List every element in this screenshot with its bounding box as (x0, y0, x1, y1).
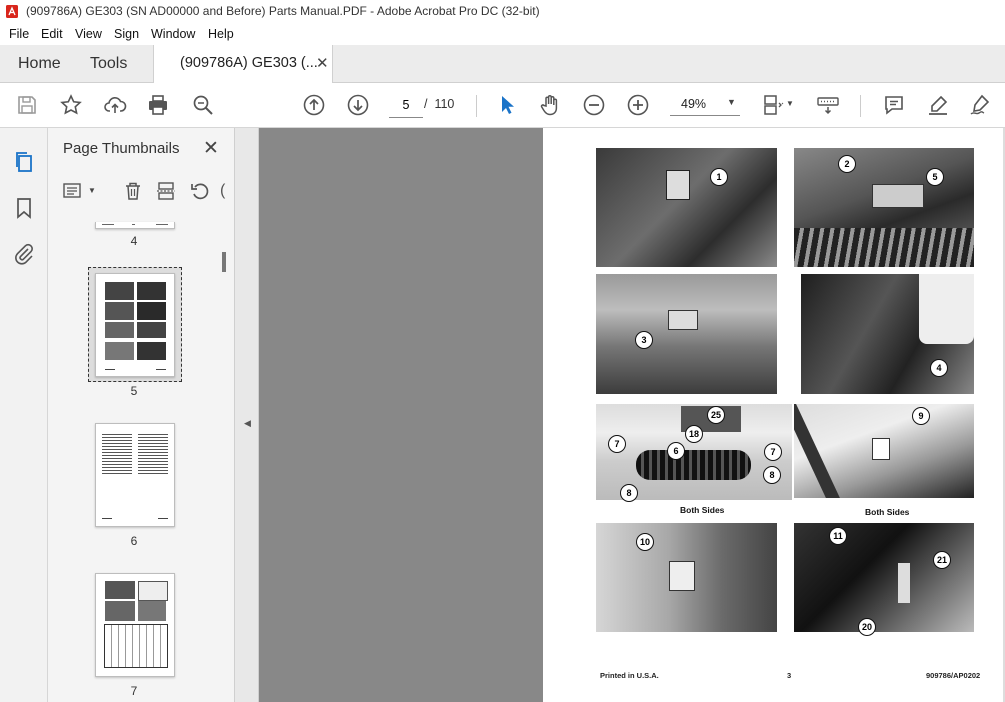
page-total: / 110 (424, 97, 454, 111)
callout-marker: 25 (707, 406, 725, 424)
figure-caption: Both Sides (865, 507, 910, 517)
thumbnail-label: 4 (130, 234, 138, 248)
photo-decal-20-21 (794, 523, 974, 632)
extract-pages-icon[interactable] (155, 180, 177, 202)
window-title: (909786A) GE303 (SN AD00000 and Before) … (26, 4, 540, 18)
collapse-arrow-icon[interactable]: ◀ (244, 418, 251, 429)
bookmarks-icon[interactable] (12, 196, 36, 220)
menu-view[interactable]: View (75, 27, 102, 41)
highlight-pen-icon[interactable] (926, 93, 950, 117)
zoom-in-icon[interactable] (626, 93, 650, 117)
save-icon[interactable] (15, 93, 39, 117)
chevron-down-icon: ▼ (727, 97, 736, 107)
chevron-down-icon[interactable]: ▼ (786, 99, 794, 108)
page-total-count: 110 (434, 97, 455, 111)
page-separator: / (424, 97, 428, 111)
callout-marker: 7 (608, 435, 626, 453)
callout-marker: 1 (710, 168, 728, 186)
menu-help[interactable]: Help (208, 27, 234, 41)
zoom-out-icon[interactable] (582, 93, 606, 117)
callout-marker: 20 (858, 618, 876, 636)
callout-marker: 9 (912, 407, 930, 425)
callout-marker: 10 (636, 533, 654, 551)
photo-decal-10 (596, 523, 777, 632)
tab-document-label: (909786A) GE303 (... (180, 55, 318, 71)
acrobat-icon (6, 5, 18, 18)
photo-decal-9 (794, 404, 974, 498)
menu-window[interactable]: Window (151, 27, 195, 41)
thumbnail-page-4[interactable] (95, 222, 175, 229)
attachments-icon[interactable] (12, 242, 36, 266)
menu-file[interactable]: File (9, 27, 29, 41)
page-thumbnails-panel: Page Thumbnails ✕ ▼ ( 4 5 6 7 (48, 128, 235, 702)
close-icon[interactable]: ✕ (203, 137, 219, 160)
callout-marker: 8 (763, 466, 781, 484)
print-icon[interactable] (146, 93, 170, 117)
navigation-rail (0, 128, 48, 702)
thumbnail-page-5[interactable] (95, 273, 175, 377)
photo-decal-2-5 (794, 148, 974, 267)
footer-doc-number: 909786/AP0202 (926, 671, 981, 680)
thumbnail-options-icon[interactable] (62, 180, 84, 202)
callout-marker: 6 (667, 442, 685, 460)
next-page-icon[interactable] (346, 93, 370, 117)
page-fit-icon[interactable] (760, 93, 784, 117)
sign-pen-icon[interactable] (968, 93, 992, 117)
menu-edit[interactable]: Edit (41, 27, 63, 41)
callout-marker: 21 (933, 551, 951, 569)
rotate-pages-icon[interactable] (189, 180, 211, 202)
keyboard-scroll-icon[interactable] (816, 93, 840, 117)
callout-marker: 2 (838, 155, 856, 173)
callout-marker: 3 (635, 331, 653, 349)
zoom-value: 49% (681, 97, 707, 111)
figure-caption: Both Sides (680, 505, 725, 515)
callout-marker: 5 (926, 168, 944, 186)
toolbar: / 110 49% ▼ ▼ (0, 83, 1005, 128)
thumbnail-label: 7 (130, 684, 138, 698)
find-zoom-icon[interactable] (191, 93, 215, 117)
tab-home[interactable]: Home (18, 55, 61, 73)
photo-decal-3 (596, 274, 777, 394)
tab-bar: Home Tools (0, 45, 1005, 83)
footer-printed: Printed in U.S.A. (600, 671, 659, 680)
delete-pages-icon[interactable] (122, 180, 144, 202)
callout-marker: 18 (685, 425, 703, 443)
toolbar-divider (860, 95, 861, 117)
bookmark-star-icon[interactable] (59, 93, 83, 117)
thumbnail-page-7[interactable] (95, 573, 175, 677)
more-tools-icon[interactable]: ( (220, 182, 225, 200)
callout-marker: 8 (620, 484, 638, 502)
toolbar-divider (476, 95, 477, 117)
hand-tool-icon[interactable] (538, 93, 562, 117)
zoom-select[interactable]: 49% ▼ (670, 93, 740, 116)
close-tab-icon[interactable]: ✕ (316, 54, 329, 72)
menu-sign[interactable]: Sign (114, 27, 139, 41)
tab-tools[interactable]: Tools (90, 55, 127, 73)
thumbnail-scrollbar-thumb[interactable] (222, 252, 226, 272)
photo-decal-1 (596, 148, 777, 267)
callout-marker: 7 (764, 443, 782, 461)
thumbnail-scrollbar[interactable] (218, 220, 231, 702)
comment-icon[interactable] (882, 93, 906, 117)
tab-document[interactable]: (909786A) GE303 (... ✕ (153, 45, 333, 83)
previous-page-icon[interactable] (302, 93, 326, 117)
photo-decal-4 (801, 274, 974, 394)
callout-marker: 11 (829, 527, 847, 545)
menu-bar: File Edit View Sign Window Help (0, 23, 1005, 45)
title-bar: (909786A) GE303 (SN AD00000 and Before) … (0, 0, 1005, 24)
page-number-input[interactable] (389, 93, 423, 118)
thumbnail-label: 6 (130, 534, 138, 548)
chevron-down-icon[interactable]: ▼ (88, 186, 96, 195)
panel-collapse-strip[interactable]: ◀ (235, 128, 259, 702)
document-page[interactable]: 1 2 5 3 4 25 18 9 7 6 7 8 8 10 11 21 20 … (543, 128, 1004, 702)
thumbnail-label: 5 (130, 384, 138, 398)
footer-page-number: 3 (787, 671, 792, 680)
thumbnail-page-6[interactable] (95, 423, 175, 527)
page-thumbnails-icon[interactable] (12, 150, 36, 174)
select-cursor-icon[interactable] (495, 93, 519, 117)
panel-title: Page Thumbnails (63, 140, 180, 157)
upload-cloud-icon[interactable] (103, 93, 127, 117)
callout-marker: 4 (930, 359, 948, 377)
